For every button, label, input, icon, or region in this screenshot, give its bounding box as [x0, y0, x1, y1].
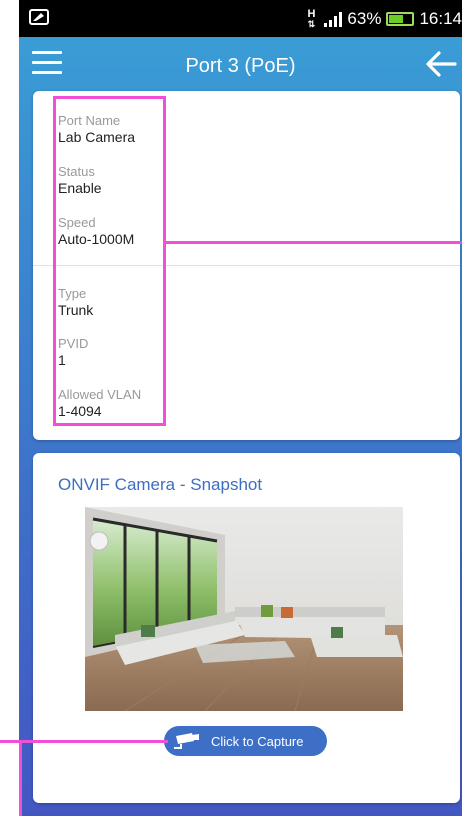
fields-highlight-frame [53, 96, 166, 426]
port-details-card: Port Name Lab Camera Status Enable Speed… [33, 91, 462, 440]
battery-percent: 63% [347, 8, 382, 28]
battery-icon [386, 11, 415, 26]
security-camera-icon [174, 733, 199, 749]
phone-screen: H ⇅ 63% 16:14 Port 3 (PoE) Port Name Lab… [19, 0, 462, 816]
callout-line [166, 241, 462, 244]
camera-snapshot-image [85, 507, 403, 711]
status-bar: H ⇅ 63% 16:14 [19, 0, 462, 37]
capture-button-label: Click to Capture [211, 733, 304, 749]
network-letter: H [307, 7, 316, 20]
back-arrow-icon[interactable] [424, 50, 458, 78]
capture-button[interactable]: Click to Capture [164, 726, 327, 756]
callout-line [0, 740, 168, 743]
callout-line [19, 740, 22, 816]
signal-strength-icon [324, 11, 343, 27]
snapshot-title: ONVIF Camera - Snapshot [58, 475, 263, 494]
snapshot-card: ONVIF Camera - Snapshot Click to Capture [33, 453, 460, 803]
app-bar: Port 3 (PoE) [19, 37, 462, 92]
notification-icon [29, 9, 49, 25]
network-type-icon: H ⇅ [307, 7, 316, 29]
page-title: Port 3 (PoE) [185, 55, 296, 77]
clock: 16:14 [419, 8, 462, 28]
